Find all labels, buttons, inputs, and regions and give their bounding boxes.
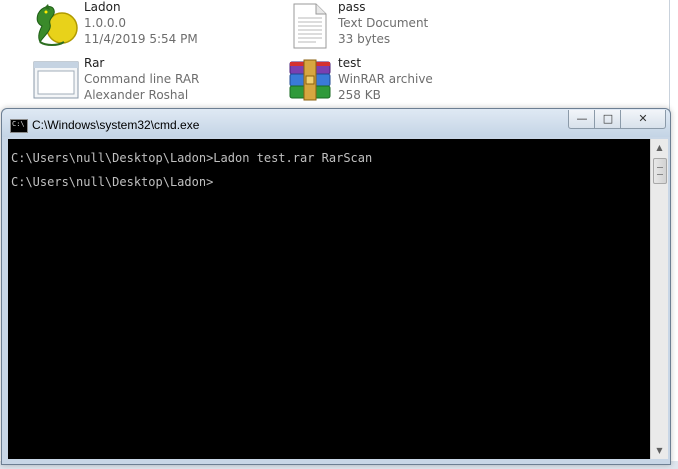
maximize-button[interactable]: □	[594, 110, 622, 129]
file-name: Rar	[84, 56, 105, 70]
file-size: 258 KB	[338, 88, 381, 102]
file-item-rar[interactable]: Rar Command line RAR Alexander Roshal	[32, 56, 272, 108]
dragon-icon	[36, 4, 78, 46]
title-bar[interactable]: C:\Windows\system32\cmd.exe — □ ✕	[2, 109, 670, 137]
text-document-icon	[293, 3, 327, 49]
console-prompt: C:\Users\null\Desktop\Ladon>	[11, 175, 214, 189]
scroll-thumb[interactable]	[653, 158, 667, 184]
console-icon	[10, 119, 28, 133]
file-name: test	[338, 56, 362, 70]
file-name: Ladon	[84, 0, 121, 14]
cmd-window[interactable]: C:\Windows\system32\cmd.exe — □ ✕ C:\Use…	[1, 108, 671, 465]
minimize-button[interactable]: —	[568, 110, 596, 129]
file-name: pass	[338, 0, 366, 14]
scroll-down-arrow-icon[interactable]: ▼	[651, 442, 668, 459]
file-item-pass[interactable]: pass Text Document 33 bytes	[286, 0, 526, 54]
file-size: 33 bytes	[338, 32, 391, 46]
scroll-up-arrow-icon[interactable]: ▲	[651, 139, 668, 156]
file-type: Text Document	[338, 16, 429, 30]
vertical-scrollbar[interactable]: ▲ ▼	[650, 139, 668, 459]
window-title: C:\Windows\system32\cmd.exe	[32, 118, 200, 132]
close-button[interactable]: ✕	[620, 110, 666, 129]
console-output[interactable]: C:\Users\null\Desktop\Ladon>Ladon test.r…	[8, 139, 650, 459]
winrar-archive-icon	[289, 59, 331, 101]
rar-exe-icon	[33, 61, 79, 99]
file-company: Alexander Roshal	[84, 88, 189, 102]
file-date: 11/4/2019 5:54 PM	[84, 32, 198, 46]
file-description: Command line RAR	[84, 72, 200, 86]
console-line: C:\Users\null\Desktop\Ladon>Ladon test.r…	[11, 151, 373, 165]
file-version: 1.0.0.0	[84, 16, 126, 30]
file-type: WinRAR archive	[338, 72, 433, 86]
file-item-test[interactable]: test WinRAR archive 258 KB	[286, 56, 526, 108]
file-item-ladon[interactable]: Ladon 1.0.0.0 11/4/2019 5:54 PM	[32, 0, 272, 54]
